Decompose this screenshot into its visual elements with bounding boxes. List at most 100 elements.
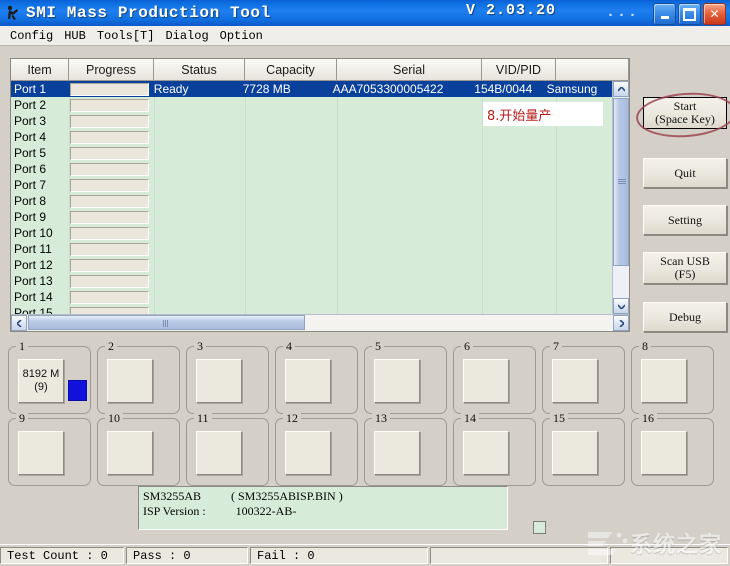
table-row[interactable]: Port 8: [11, 193, 612, 209]
table-row[interactable]: Port 7: [11, 177, 612, 193]
device-slot[interactable]: 11: [186, 418, 269, 486]
cell-capacity: [240, 161, 330, 177]
list-horizontal-scrollbar[interactable]: [11, 314, 629, 331]
cell-vendor: [544, 257, 612, 273]
debug-button[interactable]: Debug: [643, 302, 727, 332]
slot-label: 2: [105, 339, 117, 354]
minimize-button[interactable]: [653, 3, 676, 25]
cell-vendor: [544, 305, 612, 314]
cell-vidpid: [471, 209, 543, 225]
table-row[interactable]: Port 10: [11, 225, 612, 241]
slot-display: [18, 431, 64, 475]
slot-label: 8: [639, 339, 651, 354]
scroll-down-button[interactable]: [613, 298, 629, 314]
cell-vidpid: [471, 177, 543, 193]
app-icon: [4, 4, 22, 22]
slot-display: [552, 359, 598, 403]
device-slot[interactable]: 3: [186, 346, 269, 414]
cell-vendor: [544, 145, 612, 161]
scroll-thumb-vertical[interactable]: [613, 98, 629, 266]
cell-serial: [330, 289, 472, 305]
cell-capacity: [240, 209, 330, 225]
cell-vendor: [544, 241, 612, 257]
slot-led-indicator: [68, 380, 87, 401]
cell-vendor: [544, 129, 612, 145]
start-button[interactable]: Start (Space Key): [643, 97, 727, 129]
menu-item-tools[interactable]: Tools[T]: [92, 27, 161, 45]
cell-vidpid: 154B/0044: [471, 81, 543, 97]
column-header-item[interactable]: Item: [11, 59, 69, 80]
cell-serial: AAA7053300005422: [330, 81, 472, 97]
scroll-left-button[interactable]: [11, 315, 27, 331]
menu-item-hub[interactable]: HUB: [59, 27, 92, 45]
column-header-progress[interactable]: Progress: [69, 59, 154, 80]
chevron-right-icon: [619, 320, 624, 327]
minimize-icon: [661, 16, 669, 19]
column-header-vendor[interactable]: [556, 59, 629, 80]
cell-capacity: 7728 MB: [240, 81, 330, 97]
table-row[interactable]: Port 15: [11, 305, 612, 314]
device-slot[interactable]: 14: [453, 418, 536, 486]
window-version: V 2.03.20: [466, 2, 556, 19]
list-vertical-scrollbar[interactable]: [612, 81, 629, 314]
slot-label: 3: [194, 339, 206, 354]
cell-capacity: [240, 145, 330, 161]
scan-usb-button[interactable]: Scan USB (F5): [643, 252, 727, 284]
device-slot[interactable]: 8: [631, 346, 714, 414]
table-row[interactable]: Port 11: [11, 241, 612, 257]
column-header-capacity[interactable]: Capacity: [245, 59, 337, 80]
scroll-right-button[interactable]: [613, 315, 629, 331]
table-row[interactable]: Port 5: [11, 145, 612, 161]
status-bar: Test Count : 0 Pass : 0 Fail : 0: [0, 544, 730, 566]
menu-item-option[interactable]: Option: [215, 27, 269, 45]
slot-label: 15: [550, 411, 568, 426]
column-header-status[interactable]: Status: [154, 59, 245, 80]
column-header-vidpid[interactable]: VID/PID: [482, 59, 556, 80]
table-row[interactable]: Port 13: [11, 273, 612, 289]
cell-status: [151, 225, 240, 241]
quit-button[interactable]: Quit: [643, 158, 727, 188]
setting-button[interactable]: Setting: [643, 205, 727, 235]
menu-item-config[interactable]: Config: [5, 27, 59, 45]
cell-capacity: [240, 97, 330, 113]
device-slot[interactable]: 4: [275, 346, 358, 414]
device-slot[interactable]: 10: [97, 418, 180, 486]
cell-vendor: Samsung: [544, 81, 612, 97]
column-header-serial[interactable]: Serial: [337, 59, 482, 80]
maximize-button[interactable]: [678, 3, 701, 25]
cell-progress: [68, 305, 151, 314]
cell-capacity: [240, 193, 330, 209]
table-row[interactable]: Port 4: [11, 129, 612, 145]
device-slot[interactable]: 9: [8, 418, 91, 486]
slot-capacity: 8192 M: [23, 368, 60, 381]
cell-progress: [68, 257, 151, 273]
table-row[interactable]: Port 9: [11, 209, 612, 225]
info-checkbox[interactable]: [533, 521, 546, 534]
cell-serial: [330, 225, 472, 241]
slot-display: 8192 M (9): [18, 359, 64, 403]
table-row[interactable]: Port 1 Ready 7728 MB AAA7053300005422 15…: [11, 81, 612, 97]
device-slot[interactable]: 1 8192 M (9): [8, 346, 91, 414]
device-slot[interactable]: 5: [364, 346, 447, 414]
table-row[interactable]: Port 14: [11, 289, 612, 305]
close-button[interactable]: ✕: [703, 3, 726, 25]
table-row[interactable]: Port 6: [11, 161, 612, 177]
progress-bar: [70, 291, 149, 304]
progress-bar: [70, 227, 149, 240]
device-slot[interactable]: 6: [453, 346, 536, 414]
device-slot[interactable]: 13: [364, 418, 447, 486]
device-slot[interactable]: 16: [631, 418, 714, 486]
scroll-up-button[interactable]: [613, 81, 629, 97]
device-slot[interactable]: 2: [97, 346, 180, 414]
device-slot[interactable]: 15: [542, 418, 625, 486]
cell-item: Port 3: [11, 113, 68, 129]
menu-item-dialog[interactable]: Dialog: [160, 27, 214, 45]
port-list-header: Item Progress Status Capacity Serial VID…: [11, 59, 629, 81]
device-slot[interactable]: 12: [275, 418, 358, 486]
scroll-thumb-horizontal[interactable]: [28, 315, 305, 330]
table-row[interactable]: Port 12: [11, 257, 612, 273]
slot-display: [196, 431, 242, 475]
cell-status: [151, 241, 240, 257]
device-slot[interactable]: 7: [542, 346, 625, 414]
title-ellipsis: ...: [606, 4, 639, 21]
